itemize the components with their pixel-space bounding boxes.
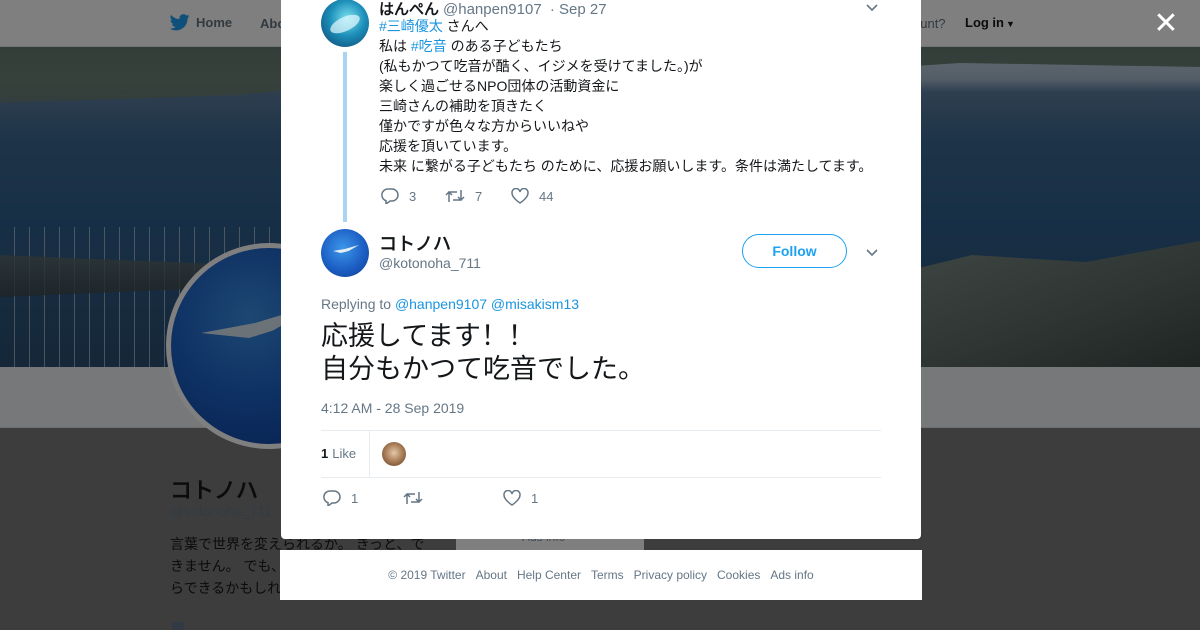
like-button[interactable]: 1: [503, 490, 541, 506]
chevron-down-icon[interactable]: [865, 245, 879, 259]
hashtag-link[interactable]: #吃音: [411, 38, 447, 54]
footer-copyright: © 2019 Twitter: [388, 568, 466, 582]
footer-link-cookies[interactable]: Cookies: [717, 568, 760, 582]
reply-icon: [381, 188, 399, 204]
tweet1-line: 三崎さんの補助を頂きたく: [379, 98, 547, 114]
tweet-modal: はんぺん @hanpen9107 · Sep 27 #三崎優太 さんへ 私は #吃…: [281, 0, 921, 539]
tweet1-text: #三崎優太 さんへ 私は #吃音 のある子どもたち (私もかつて吃音が酷く、イジ…: [379, 16, 899, 176]
tweet1-line: 私は: [379, 38, 411, 54]
tweet1-line: 応援を頂いています。: [379, 138, 518, 154]
tweet1-line: のある子どもたち: [446, 38, 563, 54]
tweet2-line: 自分もかつて吃音でした。: [321, 354, 645, 384]
reply-count: 3: [409, 188, 417, 204]
like-count: 1: [531, 490, 539, 506]
footer-link-ads[interactable]: Ads info: [770, 568, 813, 582]
replying-prefix: Replying to: [321, 296, 392, 312]
reply-button[interactable]: 1: [323, 490, 361, 506]
tweet1-line: 楽しく過ごせるNPO団体の活動資金に: [379, 78, 620, 94]
like-button[interactable]: 44: [511, 188, 553, 204]
mention-link[interactable]: @misakism13: [491, 296, 579, 312]
divider: [321, 430, 881, 431]
hashtag-link[interactable]: #三崎優太: [379, 18, 443, 34]
likes-label: Like: [332, 446, 357, 461]
retweet-icon: [403, 492, 423, 504]
tweet1-line: さんへ: [442, 18, 489, 34]
reply-icon: [323, 490, 341, 506]
tweet2-line: 応援してます！！: [321, 321, 535, 351]
tweet1-line: 僅かですが色々な方からいいねや: [379, 118, 589, 134]
like-count: 44: [539, 188, 554, 204]
footer-link-privacy[interactable]: Privacy policy: [634, 568, 707, 582]
close-icon[interactable]: ✕: [1152, 9, 1180, 39]
tweet2-name[interactable]: コトノハ: [379, 230, 451, 256]
footer-link-about[interactable]: About: [476, 568, 507, 582]
heart-icon: [511, 188, 529, 204]
tweet1-actions: 3 7 44: [381, 188, 579, 204]
likes-summary[interactable]: 1 Like: [321, 446, 356, 461]
follow-button[interactable]: Follow: [742, 234, 847, 268]
replying-to: Replying to @hanpen9107 @misakism13: [321, 296, 579, 312]
liker-avatar[interactable]: [382, 442, 406, 466]
tweet1-avatar[interactable]: [321, 0, 369, 47]
thread-connector: [343, 52, 347, 222]
tweet2-handle[interactable]: @kotonoha_711: [379, 255, 481, 271]
retweet-count: 7: [475, 188, 483, 204]
modal-footer: © 2019 Twitter About Help Center Terms P…: [280, 550, 922, 600]
retweet-button[interactable]: 7: [445, 188, 485, 204]
tweet1-line: 未来 に繋がる子どもたち のために、応援お願いします。条件は満たしてます。: [379, 158, 873, 174]
mention-link[interactable]: @hanpen9107: [395, 296, 487, 312]
tweet2-text: 応援してます！！ 自分もかつて吃音でした。: [321, 320, 645, 386]
tweet2-avatar[interactable]: [321, 229, 369, 277]
footer-link-terms[interactable]: Terms: [591, 568, 624, 582]
divider: [321, 477, 881, 478]
chevron-down-icon[interactable]: [865, 0, 879, 14]
tweet2-timestamp[interactable]: 4:12 AM - 28 Sep 2019: [321, 400, 464, 416]
tweet2-actions: 1 1: [323, 490, 567, 506]
retweet-button[interactable]: [403, 490, 443, 506]
likes-total: 1: [321, 446, 329, 461]
divider: [369, 431, 370, 477]
heart-icon: [503, 490, 521, 506]
retweet-icon: [445, 190, 465, 202]
tweet1-line: (私もかつて吃音が酷く、イジメを受けてました。)が: [379, 58, 703, 74]
reply-button[interactable]: 3: [381, 188, 419, 204]
footer-link-help[interactable]: Help Center: [517, 568, 581, 582]
reply-count: 1: [351, 490, 359, 506]
